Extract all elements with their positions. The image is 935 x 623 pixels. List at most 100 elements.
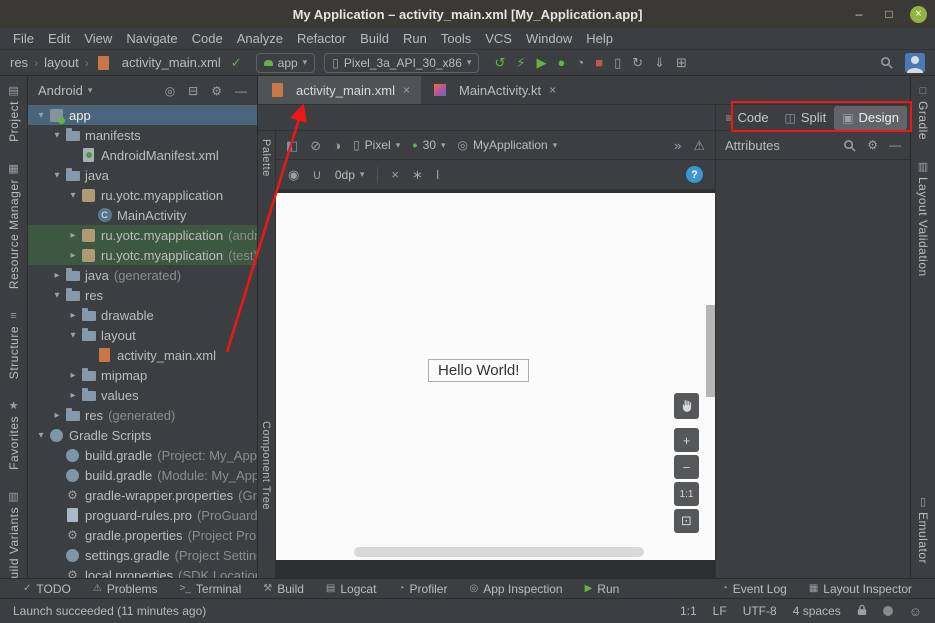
tree-item-res[interactable]: ▾res [28, 285, 257, 305]
tree-item-ru-yotc-myapplication[interactable]: ▸ru.yotc.myapplication(test) [28, 245, 257, 265]
device-manager-icon[interactable]: ▯ [614, 56, 621, 69]
stop-icon[interactable]: ■ [595, 56, 603, 69]
design-surface[interactable]: Hello World! + − [276, 190, 715, 578]
menu-file[interactable]: File [6, 28, 41, 49]
view-mode-split[interactable]: ◫Split [777, 106, 835, 130]
hide-panel-icon[interactable]: — [235, 84, 247, 98]
tool-window-event-log[interactable]: ◔Event Log [711, 579, 798, 598]
chevron-down-icon[interactable]: ▾ [66, 330, 80, 341]
tab-activity-main-xml[interactable]: activity_main.xml× [258, 76, 421, 104]
chevron-right-icon[interactable]: ▸ [66, 310, 80, 321]
tree-item-build-gradle[interactable]: build.gradle(Module: My_Application.app) [28, 465, 257, 485]
canvas-scrollbar[interactable] [706, 305, 715, 397]
tool-window-layout-inspector[interactable]: ▦Layout Inspector [798, 579, 923, 598]
tool-window-run[interactable]: ▶Run [574, 579, 631, 598]
tool-button-structure[interactable]: ≡Structure [7, 311, 21, 379]
close-tab-icon[interactable]: × [403, 83, 410, 97]
hide-panel-icon[interactable]: — [889, 138, 901, 152]
chevron-down-icon[interactable]: ▾ [66, 190, 80, 201]
menu-navigate[interactable]: Navigate [119, 28, 184, 49]
background-tasks-icon[interactable] [883, 606, 893, 616]
close-button[interactable]: × [910, 6, 927, 23]
tool-window-todo[interactable]: ✓TODO [12, 579, 82, 598]
tool-button-project[interactable]: ▤Project [7, 86, 21, 142]
tree-item-manifests[interactable]: ▾manifests [28, 125, 257, 145]
search-everywhere-icon[interactable] [880, 56, 893, 69]
layout-inspector-toolbar-icon[interactable]: ⊞ [676, 56, 687, 69]
locate-file-icon[interactable]: ◎ [165, 84, 175, 98]
gear-icon[interactable]: ⚙ [867, 138, 878, 152]
component-tree-tab[interactable]: Component Tree [260, 421, 272, 510]
chevron-down-icon[interactable]: ▾ [50, 170, 64, 181]
tree-item-java[interactable]: ▾java [28, 165, 257, 185]
tree-item-ru-yotc-myapplication[interactable]: ▸ru.yotc.myapplication(androidTest) [28, 225, 257, 245]
api-version-dropdown[interactable]: ● 30 ▾ [412, 138, 445, 152]
tool-window-build[interactable]: ⚒Build [252, 579, 315, 598]
run-configuration-select[interactable]: app ▾ [256, 53, 316, 73]
tool-window-terminal[interactable]: >_Terminal [169, 579, 253, 598]
cursor-position[interactable]: 1:1 [680, 604, 697, 618]
chevron-right-icon[interactable]: ▸ [66, 370, 80, 381]
orientation-icon[interactable]: ⊘ [310, 139, 321, 152]
menu-edit[interactable]: Edit [41, 28, 77, 49]
tree-item-java[interactable]: ▸java(generated) [28, 265, 257, 285]
debug-icon[interactable]: ● [557, 56, 565, 69]
palette-tab[interactable]: Palette [260, 139, 272, 177]
overflow-icon[interactable]: » [674, 139, 681, 152]
tree-item-drawable[interactable]: ▸drawable [28, 305, 257, 325]
tree-item-app[interactable]: ▾app [28, 105, 257, 125]
tool-button-emulator[interactable]: ▯Emulator [916, 497, 930, 564]
menu-window[interactable]: Window [519, 28, 579, 49]
zoom-in-button[interactable]: + [674, 428, 699, 452]
tree-item-androidmanifest-xml[interactable]: AndroidManifest.xml [28, 145, 257, 165]
chevron-right-icon[interactable]: ▸ [66, 230, 80, 241]
sdk-manager-icon[interactable]: ⇓ [654, 56, 665, 69]
tool-button-resource-manager[interactable]: ▦Resource Manager [7, 164, 21, 289]
tool-button-build-variants[interactable]: ▥Build Variants [7, 492, 21, 578]
apply-changes-icon[interactable]: ↺ [494, 56, 505, 69]
lock-icon[interactable] [857, 604, 867, 619]
chevron-right-icon[interactable]: ▸ [50, 410, 64, 421]
menu-help[interactable]: Help [579, 28, 620, 49]
chevron-right-icon[interactable]: ▸ [66, 250, 80, 261]
default-margins-dropdown[interactable]: 0dp ▾ [335, 168, 365, 182]
tool-button-favorites[interactable]: ★Favorites [7, 401, 21, 470]
menu-vcs[interactable]: VCS [478, 28, 519, 49]
feedback-smiley-icon[interactable]: ☺ [909, 604, 922, 619]
run-icon[interactable]: ▶ [536, 56, 546, 69]
collapse-all-icon[interactable]: ⊟ [188, 84, 198, 98]
tree-item-gradle-scripts[interactable]: ▾Gradle Scripts [28, 425, 257, 445]
zoom-out-button[interactable]: − [674, 455, 699, 479]
chevron-right-icon[interactable]: ▸ [66, 390, 80, 401]
pan-tool-button[interactable] [674, 393, 699, 419]
profile-avatar[interactable] [905, 53, 925, 73]
tab-mainactivity-kt[interactable]: MainActivity.kt× [421, 76, 567, 104]
menu-run[interactable]: Run [396, 28, 434, 49]
minimize-button[interactable]: – [850, 5, 868, 23]
device-dropdown[interactable]: ▯ Pixel ▾ [353, 138, 400, 152]
menu-analyze[interactable]: Analyze [230, 28, 290, 49]
tool-button-layout-validation[interactable]: ▥Layout Validation [916, 162, 930, 277]
zoom-to-fit-button[interactable]: ⊡ [674, 509, 699, 533]
clear-constraints-icon[interactable]: × [391, 168, 399, 181]
close-tab-icon[interactable]: × [549, 83, 556, 97]
chevron-down-icon[interactable]: ▾ [34, 430, 48, 441]
menu-code[interactable]: Code [185, 28, 230, 49]
line-separator[interactable]: LF [713, 604, 727, 618]
breadcrumb-layout[interactable]: layout [44, 55, 79, 70]
project-view-select[interactable]: Android ▾ [38, 83, 92, 98]
tree-item-build-gradle[interactable]: build.gradle(Project: My_Application) [28, 445, 257, 465]
design-surface-icon[interactable]: ◧ [286, 139, 298, 152]
issues-icon[interactable]: ⚠ [693, 139, 705, 152]
hello-world-text[interactable]: Hello World! [428, 359, 529, 382]
menu-tools[interactable]: Tools [434, 28, 478, 49]
chevron-right-icon[interactable]: ▸ [50, 270, 64, 281]
tree-item-values[interactable]: ▸values [28, 385, 257, 405]
chevron-down-icon[interactable]: ▾ [50, 130, 64, 141]
tree-item-settings-gradle[interactable]: settings.gradle(Project Settings) [28, 545, 257, 565]
autoconnect-magnet-icon[interactable]: ∪ [312, 168, 322, 181]
menu-refactor[interactable]: Refactor [290, 28, 353, 49]
night-mode-icon[interactable]: ◑ [333, 139, 341, 152]
view-mode-design[interactable]: ▣Design [834, 106, 907, 130]
device-select[interactable]: ▯ Pixel_3a_API_30_x86 ▾ [324, 53, 479, 73]
